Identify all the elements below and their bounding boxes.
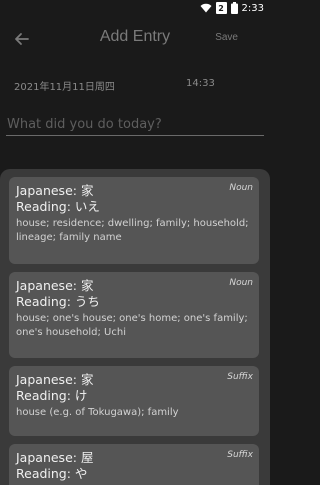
save-button[interactable]: Save	[215, 32, 238, 43]
reading: Reading: け	[16, 388, 88, 403]
app-bar: Add Entry Save	[0, 16, 270, 62]
page-title: Add Entry	[99, 28, 171, 45]
part-of-speech: Suffix	[227, 450, 253, 460]
part-of-speech: Noun	[229, 183, 253, 193]
result-card[interactable]: Noun Japanese: 家 Reading: うち house; one'…	[9, 272, 259, 358]
meaning: house (e.g. of Tokugawa); family	[16, 407, 179, 418]
result-card[interactable]: Noun Japanese: 家 Reading: いえ house; resi…	[9, 177, 259, 264]
status-icons: 2 2:33	[200, 1, 264, 15]
entry-date[interactable]: 2021年11月11日周四	[14, 78, 115, 93]
japanese-word: Japanese: 屋	[16, 450, 94, 465]
part-of-speech: Suffix	[227, 372, 253, 382]
reading: Reading: いえ	[16, 199, 100, 214]
sim-icon: 2	[215, 2, 227, 14]
japanese-word: Japanese: 家	[16, 372, 94, 387]
battery-icon	[230, 2, 238, 14]
status-bar: 2 2:33	[0, 0, 270, 16]
reading: Reading: うち	[16, 294, 100, 309]
dictionary-results-sheet: Noun Japanese: 家 Reading: いえ house; resi…	[0, 169, 270, 485]
back-arrow-icon[interactable]	[12, 29, 32, 49]
reading: Reading: や	[16, 466, 88, 481]
status-time: 2:33	[241, 2, 264, 14]
entry-datetime-row[interactable]: 2021年11月11日周四 14:33	[0, 74, 270, 94]
entry-time[interactable]: 14:33	[186, 78, 215, 89]
wifi-icon	[200, 3, 212, 13]
result-card[interactable]: Suffix Japanese: 家 Reading: け house (e.g…	[9, 366, 259, 436]
japanese-word: Japanese: 家	[16, 183, 94, 198]
meaning: house; one's house; one's home; one's fa…	[16, 313, 248, 338]
part-of-speech: Noun	[229, 278, 253, 288]
japanese-word: Japanese: 家	[16, 278, 94, 293]
meaning: house; residence; dwelling; family; hous…	[16, 218, 249, 243]
entry-text-input[interactable]: What did you do today?	[6, 114, 264, 136]
result-card[interactable]: Suffix Japanese: 屋 Reading: や	[9, 444, 259, 485]
